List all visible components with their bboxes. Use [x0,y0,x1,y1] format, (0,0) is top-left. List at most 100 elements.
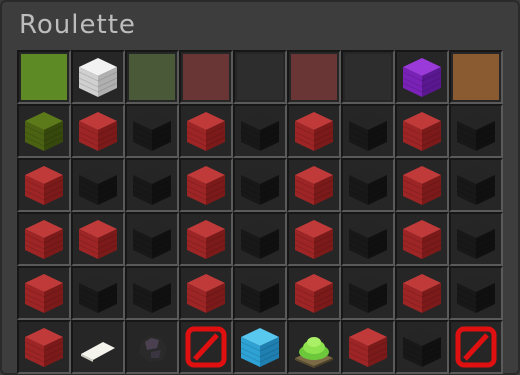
black-wool-block [78,274,118,313]
black-wool-block [240,112,280,151]
inventory-slot[interactable] [179,266,233,320]
inventory-slot[interactable] [449,104,503,158]
inventory-slot[interactable] [395,104,449,158]
black-glass-pane [237,54,283,100]
black-wool-block [132,112,172,151]
red-wool-block [294,220,334,259]
window-title: Roulette [19,10,136,40]
inventory-slot[interactable] [233,104,287,158]
black-wool-block [456,112,496,151]
inventory-slot[interactable] [449,158,503,212]
red-wool-block [402,112,442,151]
inventory-slot[interactable] [341,50,395,104]
paper-icon [81,342,115,362]
inventory-slot[interactable] [125,320,179,374]
inventory-slot[interactable] [395,212,449,266]
black-wool-block [348,274,388,313]
inventory-slot[interactable] [287,158,341,212]
red-wool-block [78,112,118,151]
red-wool-block [24,220,64,259]
inventory-slot[interactable] [287,320,341,374]
red-bet-block [348,328,388,367]
red-wool-block [24,166,64,205]
inventory-slot[interactable] [71,104,125,158]
inventory-slot[interactable] [71,212,125,266]
black-wool-block [132,274,172,313]
red-wool-block [402,274,442,313]
inventory-slot[interactable] [17,104,71,158]
brown-glass-pane [453,54,499,100]
inventory-slot[interactable] [449,266,503,320]
inventory-slot[interactable] [17,50,71,104]
inventory-slot[interactable] [233,320,287,374]
black-wool-block [132,220,172,259]
inventory-slot[interactable] [71,158,125,212]
black-wool-block [240,166,280,205]
black-wool-block [456,274,496,313]
inventory-slot[interactable] [449,212,503,266]
inventory-slot[interactable] [17,212,71,266]
black-wool-block [240,274,280,313]
inventory-slot[interactable] [395,158,449,212]
inventory-slot[interactable] [287,212,341,266]
black-wool-block [132,166,172,205]
inventory-slot[interactable] [71,320,125,374]
inventory-slot[interactable] [17,266,71,320]
red-wool-block [294,166,334,205]
black-wool-block [456,166,496,205]
inventory-slot[interactable] [179,158,233,212]
red-wool-block [186,274,226,313]
inventory-slot[interactable] [341,212,395,266]
inventory-slot[interactable] [179,50,233,104]
red-wool-block [402,220,442,259]
red-bet-block [24,328,64,367]
inventory-slot[interactable] [125,212,179,266]
inventory-slot[interactable] [233,266,287,320]
black-wool-block [78,166,118,205]
roulette-window: Roulette [0,0,520,375]
green-wool-block [24,112,64,151]
inventory-slot[interactable] [287,104,341,158]
inventory-slot[interactable] [17,158,71,212]
red-wool-block [294,274,334,313]
red-wool-block [78,220,118,259]
inventory-slot[interactable] [71,266,125,320]
black-wool-block [348,220,388,259]
red-wool-block [24,274,64,313]
inventory-slot[interactable] [125,266,179,320]
inventory-slot[interactable] [287,50,341,104]
inventory-slot[interactable] [125,50,179,104]
white-wool-block [78,58,118,97]
lime-glass-pane [21,54,67,100]
inventory-slot[interactable] [233,158,287,212]
red-glass-pane [291,54,337,100]
inventory-slot[interactable] [449,320,503,374]
inventory-slot[interactable] [341,158,395,212]
inventory-slot[interactable] [71,50,125,104]
red-wool-block [186,166,226,205]
inventory-slot[interactable] [395,320,449,374]
inventory-slot[interactable] [125,158,179,212]
inventory-slot[interactable] [395,50,449,104]
inventory-grid [17,50,503,374]
inventory-slot[interactable] [341,104,395,158]
red-wool-block [402,166,442,205]
red-glass-pane [183,54,229,100]
black-glass-pane [345,54,391,100]
barrier-icon [455,326,497,368]
inventory-slot[interactable] [179,212,233,266]
red-wool-block [294,112,334,151]
inventory-slot[interactable] [179,104,233,158]
inventory-slot[interactable] [449,50,503,104]
inventory-slot[interactable] [287,266,341,320]
coal-icon [139,336,167,362]
inventory-slot[interactable] [17,320,71,374]
inventory-slot[interactable] [233,50,287,104]
inventory-slot[interactable] [341,266,395,320]
inventory-slot[interactable] [233,212,287,266]
inventory-slot[interactable] [179,320,233,374]
inventory-slot[interactable] [125,104,179,158]
green-glass-pane [129,54,175,100]
inventory-slot[interactable] [395,266,449,320]
inventory-slot[interactable] [341,320,395,374]
